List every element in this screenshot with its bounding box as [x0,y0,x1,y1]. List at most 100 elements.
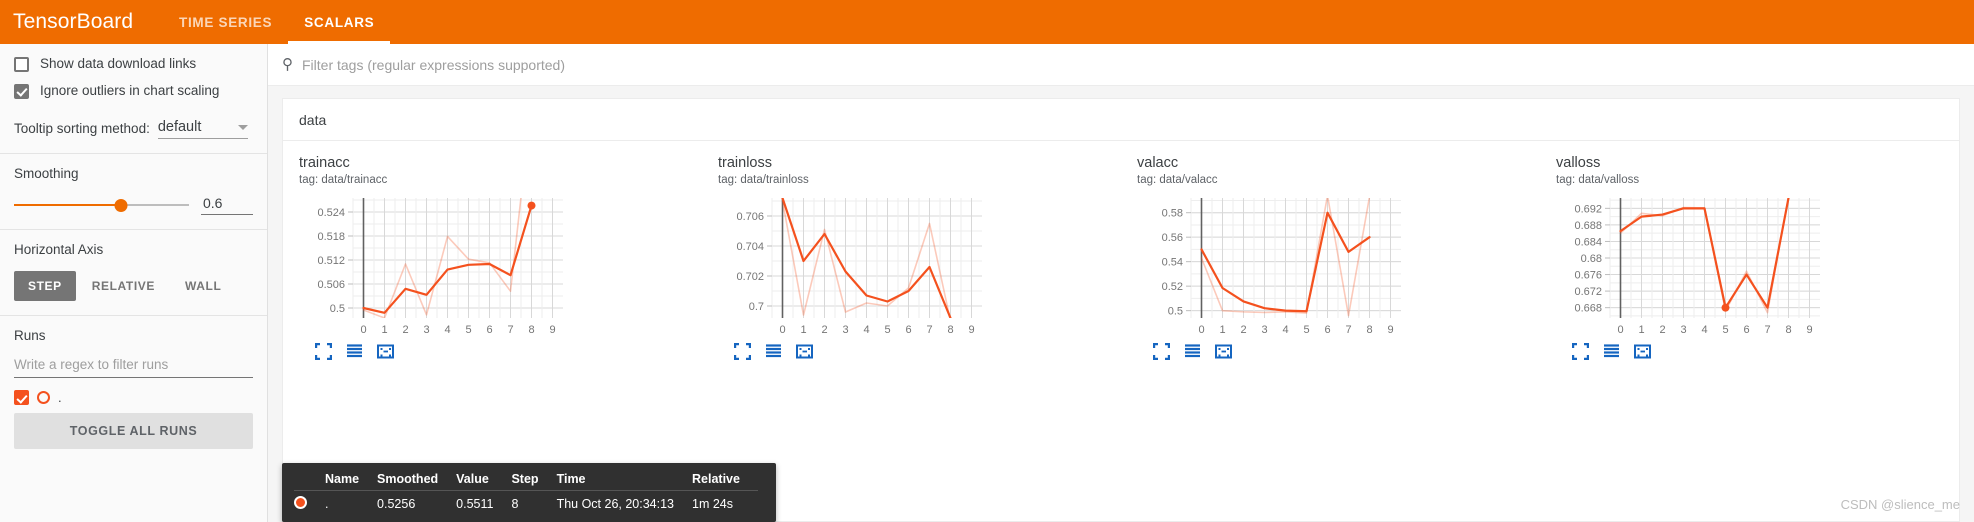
expand-chart-icon[interactable] [314,342,333,365]
runs-label: Runs [14,328,46,343]
fit-domain-icon[interactable] [796,343,813,365]
horizontal-axis-label: Horizontal Axis [14,242,104,257]
svg-text:6: 6 [486,324,492,336]
toggle-y-axis-icon[interactable] [346,343,363,365]
axis-button-relative[interactable]: RELATIVE [78,271,169,301]
svg-text:0.506: 0.506 [317,279,345,291]
toggle-y-axis-icon[interactable] [765,343,782,365]
svg-text:8: 8 [1366,324,1372,336]
tab-time-series[interactable]: TIME SERIES [163,0,288,44]
svg-text:2: 2 [1659,324,1665,336]
smoothing-slider-fill [14,204,121,206]
app-logo[interactable]: TensorBoard [0,0,145,44]
tooltip-row: . 0.5256 0.5511 8 Thu Oct 26, 20:34:13 1… [294,491,758,513]
run-color-swatch-icon [37,391,50,404]
chart-plot[interactable]: 0.668 0.672 0.676 0.68 0.684 0.688 0.692 0 1 2 3 4 5… [1556,192,1951,340]
tooltip-col-value: Value [456,472,512,491]
toggle-y-axis-icon[interactable] [1184,343,1201,365]
chart-card-trainloss: trainloss tag: data/trainloss 0.7 0.702 0.70… [702,155,1121,365]
tooltip-col-relative: Relative [692,472,758,491]
tooltip-sorting-row: Tooltip sorting method: default [0,115,267,153]
axis-button-wall[interactable]: WALL [171,271,235,301]
svg-text:3: 3 [1680,324,1686,336]
run-checkbox[interactable] [14,390,29,405]
chart-plot[interactable]: 0.5 0.52 0.54 0.56 0.58 0 1 2 3 4 5 6 7 8 9 [1137,192,1532,340]
expand-chart-icon[interactable] [1571,342,1590,365]
svg-text:9: 9 [968,324,974,336]
axis-button-step[interactable]: STEP [14,271,76,301]
svg-text:0.68: 0.68 [1581,253,1602,265]
ignore-outliers-label: Ignore outliers in chart scaling [40,83,220,98]
fit-domain-icon[interactable] [1634,343,1651,365]
svg-text:1: 1 [800,324,806,336]
expand-chart-icon[interactable] [733,342,752,365]
expand-chart-icon[interactable] [1152,342,1171,365]
watermark: CSDN @slience_me [1840,497,1960,512]
svg-text:7: 7 [507,324,513,336]
tooltip-value: 0.5511 [456,497,494,511]
scalars-card: data trainacc tag: data/trainacc 0.5 0.506 0… [282,98,1960,522]
top-app-bar: TensorBoard TIME SERIES SCALARS [0,0,1974,44]
tag-filter-input[interactable]: Filter tags (regular expressions support… [302,57,565,73]
svg-text:0.56: 0.56 [1162,232,1183,244]
smoothing-label: Smoothing [14,166,79,181]
smoothing-slider[interactable] [14,196,189,214]
run-color-swatch-icon [294,496,307,509]
svg-text:0.512: 0.512 [317,255,345,267]
tooltip-smoothed: 0.5256 [377,497,416,511]
ignore-outliers-row[interactable]: Ignore outliers in chart scaling [14,83,253,99]
tooltip-col-time: Time [556,472,693,491]
svg-text:9: 9 [1806,324,1812,336]
main-content: ⚲ Filter tags (regular expressions suppo… [268,44,1974,522]
show-download-links-label: Show data download links [40,56,197,71]
chart-title: valloss [1556,155,1601,171]
fit-domain-icon[interactable] [377,343,394,365]
tooltip-swatch-cell [294,491,325,513]
tooltip-sorting-value: default [157,119,202,135]
tooltip-step: 8 [511,497,519,511]
svg-text:5: 5 [1722,324,1728,336]
svg-text:0: 0 [1198,324,1204,336]
tooltip-sorting-label: Tooltip sorting method: [14,121,150,136]
svg-text:6: 6 [1743,324,1749,336]
run-name: . [58,390,62,405]
ignore-outliers-checkbox[interactable] [14,83,29,99]
svg-text:7: 7 [1345,324,1351,336]
runs-filter-input[interactable]: Write a regex to filter runs [14,357,253,378]
horizontal-axis-buttons: STEP RELATIVE WALL [14,271,253,301]
chart-plot[interactable]: 0.5 0.506 0.512 0.518 0.524 0 1 2 3 4 5 6 7 8 9 [299,192,694,340]
svg-text:4: 4 [444,324,450,336]
tooltip-time: Thu Oct 26, 20:34:13 [556,497,675,511]
smoothing-slider-knob[interactable] [114,198,128,212]
chart-tag: tag: data/trainacc [299,174,388,186]
svg-text:3: 3 [1261,324,1267,336]
chart-plot[interactable]: 0.7 0.702 0.704 0.706 0 1 2 3 4 5 6 7 8 9 [718,192,1113,340]
svg-text:8: 8 [947,324,953,336]
fit-domain-icon[interactable] [1215,343,1232,365]
show-download-links-row[interactable]: Show data download links [14,56,253,72]
svg-text:2: 2 [1240,324,1246,336]
svg-text:0.684: 0.684 [1574,236,1602,248]
svg-text:0.58: 0.58 [1162,208,1183,220]
sidebar: Show data download links Ignore outliers… [0,44,268,522]
toggle-y-axis-icon[interactable] [1603,343,1620,365]
svg-text:3: 3 [423,324,429,336]
svg-text:6: 6 [905,324,911,336]
tooltip-col-step: Step [511,472,557,491]
svg-text:0.704: 0.704 [736,241,764,253]
svg-text:8: 8 [528,324,534,336]
tooltip-sorting-select[interactable]: default [157,119,248,139]
show-download-links-checkbox[interactable] [14,56,29,72]
tab-scalars[interactable]: SCALARS [288,0,391,44]
svg-text:9: 9 [549,324,555,336]
tag-filter-bar: ⚲ Filter tags (regular expressions suppo… [268,44,1974,86]
run-list-item[interactable]: . [14,390,253,405]
svg-text:2: 2 [402,324,408,336]
chart-title: trainacc [299,155,350,171]
chart-tooltip: Name Smoothed Value Step Time Relative . [282,463,776,522]
svg-text:5: 5 [1303,324,1309,336]
runs-section: Runs Write a regex to filter runs . TOGG… [0,316,267,463]
smoothing-value-input[interactable]: 0.6 [201,195,253,215]
chart-tag: tag: data/trainloss [718,174,809,186]
toggle-all-runs-button[interactable]: TOGGLE ALL RUNS [14,413,253,449]
